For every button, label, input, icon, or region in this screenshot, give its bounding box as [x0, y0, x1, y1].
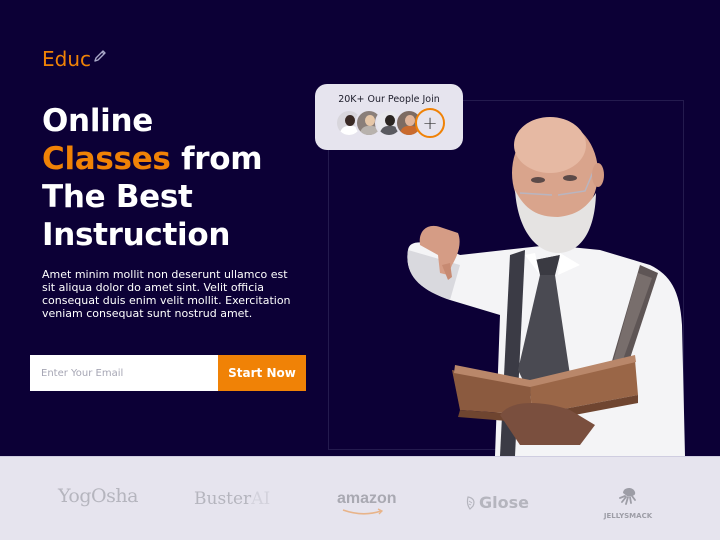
- headline-accent: Classes: [42, 141, 171, 177]
- brand-name: Educ: [42, 47, 92, 71]
- email-signup-form: Start Now: [30, 355, 306, 391]
- add-member-button[interactable]: +: [415, 108, 445, 138]
- hero-description: Amet minim mollit non deserunt ullamco e…: [42, 268, 291, 320]
- hero-headline: Online Classes from The Best Instruction: [42, 102, 263, 254]
- start-now-button[interactable]: Start Now: [218, 355, 306, 391]
- teacher-photo: [407, 117, 685, 456]
- community-join-card: 20K+ Our People Join +: [315, 84, 463, 150]
- partner-logo-jellysmack[interactable]: JELLYSMACK: [600, 484, 656, 520]
- glose-leaf-icon: [466, 495, 475, 510]
- headline-line-3: The Best: [42, 179, 193, 215]
- member-avatar-group: +: [335, 108, 445, 139]
- headline-line-2-rest: from: [170, 141, 263, 177]
- headline-line-4: Instruction: [42, 217, 231, 253]
- jellyfish-icon: [619, 487, 636, 505]
- partner-logo-amazon[interactable]: amazon: [337, 490, 397, 515]
- amazon-smile-icon: [342, 508, 384, 515]
- partner-logo-glose[interactable]: Glose: [466, 493, 529, 512]
- join-count-label: 20K+ Our People Join: [338, 94, 440, 105]
- email-input[interactable]: [30, 355, 218, 391]
- partner-logos-bar: YogOsha BusterAI amazon Glose JELLYSMACK: [0, 456, 720, 540]
- headline-line-2: Classes from: [42, 140, 263, 178]
- brand-logo[interactable]: Educ: [42, 47, 107, 71]
- partner-logo-yogosha[interactable]: YogOsha: [58, 485, 138, 507]
- partner-logo-busterai[interactable]: BusterAI: [194, 489, 270, 509]
- hero-section: Educ Online Classes from The Best Instru…: [0, 0, 720, 456]
- headline-line-1: Online: [42, 103, 153, 139]
- pencil-icon: [94, 50, 106, 62]
